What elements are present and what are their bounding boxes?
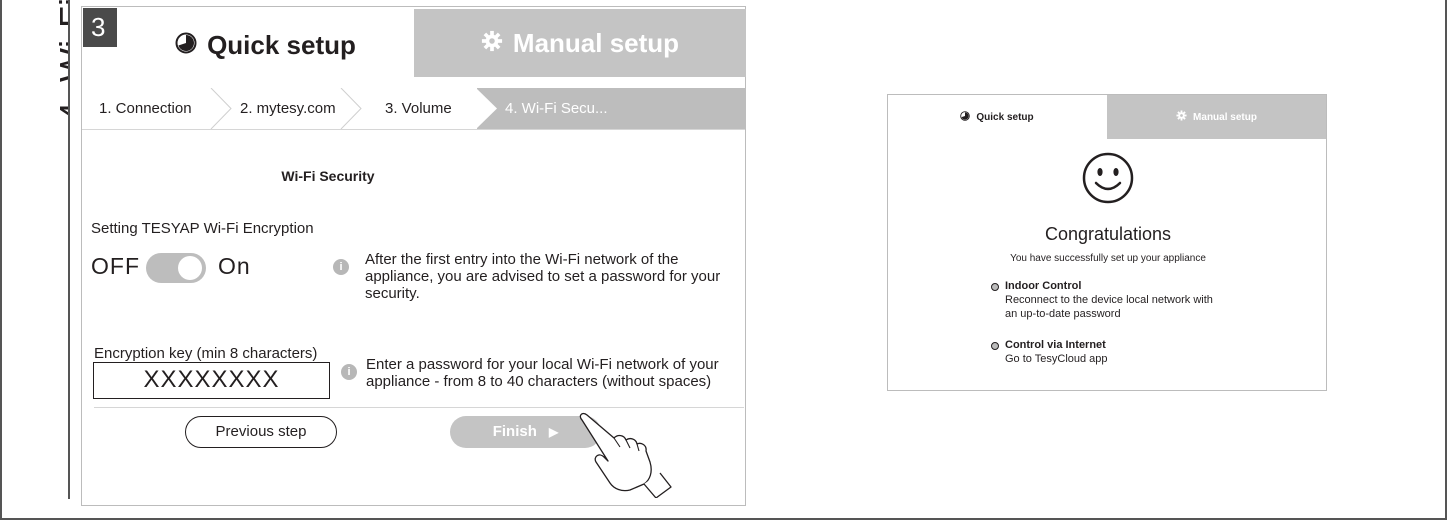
clock-pie-icon <box>960 110 971 124</box>
option-internet-control-desc: Go to TesyCloud app <box>1005 353 1108 365</box>
option-indoor-control-desc: Reconnect to the device local network wi… <box>1005 294 1213 306</box>
side-title-text: 4. Wi-Fi S <box>52 0 68 122</box>
tab-quick-small-label: Quick setup <box>976 111 1034 123</box>
breadcrumb-chevron <box>340 88 362 129</box>
tab-quick-label: Quick setup <box>207 29 356 60</box>
step-badge: 3 <box>83 8 117 47</box>
breadcrumb-step-1[interactable]: 1. Connection <box>99 88 192 129</box>
breadcrumb-step-3[interactable]: 3. Volume <box>385 88 452 129</box>
gear-icon <box>1176 110 1187 124</box>
encryption-info-text: After the first entry into the Wi-Fi net… <box>365 251 721 302</box>
pointing-hand-icon <box>579 412 672 498</box>
encryption-key-input[interactable]: XXXXXXXX <box>93 362 330 399</box>
previous-step-button[interactable]: Previous step <box>185 416 337 448</box>
bullet-icon <box>991 283 999 291</box>
toggle-off-label: OFF <box>91 253 140 279</box>
gear-icon <box>481 28 503 59</box>
info-icon: i <box>333 259 349 275</box>
key-label: Encryption key (min 8 characters) <box>94 345 318 362</box>
info-icon: i <box>341 364 357 380</box>
tab-quick-setup[interactable]: Quick setup <box>118 10 413 80</box>
tab-manual-label: Manual setup <box>512 27 680 58</box>
toggle-knob[interactable] <box>178 256 202 280</box>
tab-quick-setup-small[interactable]: Quick setup <box>888 95 1106 139</box>
breadcrumb-active-arrow <box>476 88 497 129</box>
encryption-label: Setting TESYAP Wi-Fi Encryption <box>91 220 314 237</box>
congratulations-subtitle: You have successfully set up your applia… <box>1010 253 1206 264</box>
option-indoor-control-title[interactable]: Indoor Control <box>1005 280 1081 292</box>
frame-divider <box>68 0 70 499</box>
congratulations-title: Congratulations <box>1044 224 1172 244</box>
breadcrumb-step-4[interactable]: 4. Wi-Fi Secu... <box>505 88 608 129</box>
play-arrow-icon: ▶ <box>549 425 559 439</box>
tab-manual-setup-small[interactable]: Manual setup <box>1107 95 1326 139</box>
option-internet-control-title[interactable]: Control via Internet <box>1005 339 1106 351</box>
key-info-text: Enter a password for your local Wi-Fi ne… <box>366 356 719 390</box>
clock-pie-icon <box>175 30 197 61</box>
smiley-icon <box>1082 152 1134 204</box>
bullet-icon <box>991 342 999 350</box>
divider <box>82 129 745 130</box>
side-title: 4. Wi-Fi S <box>0 0 68 130</box>
breadcrumb-chevron <box>210 88 232 129</box>
breadcrumb-step-2[interactable]: 2. mytesy.com <box>240 88 336 129</box>
tab-manual-small-label: Manual setup <box>1193 111 1257 123</box>
divider <box>94 407 744 408</box>
section-title: Wi-Fi Security <box>281 168 375 184</box>
finish-label: Finish <box>492 423 537 440</box>
tab-manual-setup[interactable]: Manual setup <box>414 9 746 77</box>
option-indoor-control-desc: an up-to-date password <box>1005 308 1121 320</box>
toggle-on-label: On <box>218 253 251 279</box>
